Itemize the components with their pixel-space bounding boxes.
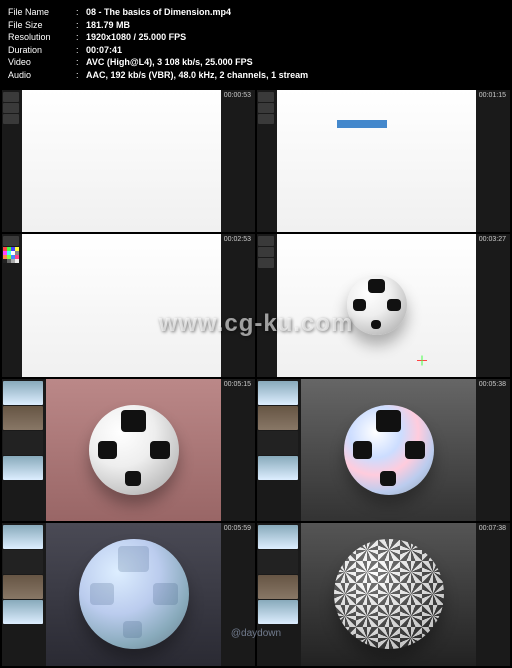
viewport-sphere-blue — [46, 523, 221, 666]
env-thumb[interactable] — [3, 406, 43, 430]
thumbnail-grid: 00:00:53 00:01:15 00:02:53 — [0, 88, 512, 668]
thumbnail-1[interactable]: 00:00:53 — [2, 90, 255, 233]
env-thumb[interactable] — [3, 550, 43, 574]
tool-icon[interactable] — [3, 236, 19, 246]
properties-panel — [476, 379, 510, 522]
soccer-ball-model — [89, 405, 179, 495]
audio-value: AAC, 192 kb/s (VBR), 48.0 kHz, 2 channel… — [86, 69, 504, 82]
thumbnail-4[interactable]: 00:03:27 — [257, 234, 510, 377]
env-thumb[interactable] — [3, 600, 43, 624]
environment-thumbs — [257, 523, 301, 666]
tool-icon[interactable] — [3, 92, 19, 102]
properties-panel — [221, 523, 255, 666]
viewport-empty — [22, 90, 221, 233]
timestamp: 00:07:38 — [479, 525, 506, 532]
env-thumb[interactable] — [258, 456, 298, 480]
thumbnail-3[interactable]: 00:02:53 — [2, 234, 255, 377]
environment-thumbs — [257, 379, 301, 522]
file-size-value: 181.79 MB — [86, 19, 504, 32]
file-info-header: File Name : 08 - The basics of Dimension… — [0, 0, 512, 88]
tool-strip — [257, 90, 277, 233]
viewport-soccer — [277, 234, 476, 377]
env-thumb[interactable] — [3, 525, 43, 549]
sphere-blue-glass — [79, 539, 189, 649]
tool-icon[interactable] — [258, 247, 274, 257]
env-thumb[interactable] — [3, 381, 43, 405]
properties-panel — [221, 379, 255, 522]
timestamp: 00:05:59 — [224, 525, 251, 532]
timestamp: 00:02:53 — [224, 236, 251, 243]
env-thumb[interactable] — [258, 431, 298, 455]
tool-icon[interactable] — [258, 92, 274, 102]
env-thumb[interactable] — [258, 525, 298, 549]
resolution-value: 1920x1080 / 25.000 FPS — [86, 31, 504, 44]
audio-label: Audio — [8, 69, 76, 82]
properties-panel — [476, 523, 510, 666]
video-value: AVC (High@L4), 3 108 kb/s, 25.000 FPS — [86, 56, 504, 69]
env-thumb[interactable] — [258, 550, 298, 574]
tool-icon[interactable] — [3, 114, 19, 124]
tool-strip — [2, 234, 22, 377]
env-thumb[interactable] — [258, 406, 298, 430]
file-size-label: File Size — [8, 19, 76, 32]
resolution-label: Resolution — [8, 31, 76, 44]
timestamp: 00:03:27 — [479, 236, 506, 243]
properties-panel — [221, 234, 255, 377]
thumbnail-2[interactable]: 00:01:15 — [257, 90, 510, 233]
tool-icon[interactable] — [258, 114, 274, 124]
viewport-empty — [277, 90, 476, 233]
video-label: Video — [8, 56, 76, 69]
env-thumb[interactable] — [3, 456, 43, 480]
thumbnail-7[interactable]: 00:05:59 — [2, 523, 255, 666]
environment-thumbs — [2, 379, 46, 522]
viewport-sphere-checker — [301, 523, 476, 666]
env-thumb[interactable] — [258, 600, 298, 624]
thumbnail-6[interactable]: 00:05:38 — [257, 379, 510, 522]
context-menu[interactable] — [337, 120, 387, 128]
env-thumb[interactable] — [3, 575, 43, 599]
tool-icon[interactable] — [258, 236, 274, 246]
environment-thumbs — [2, 523, 46, 666]
env-thumb[interactable] — [258, 381, 298, 405]
env-thumb[interactable] — [258, 575, 298, 599]
viewport-soccer-irid — [301, 379, 476, 522]
tool-icon[interactable] — [3, 103, 19, 113]
thumbnail-5[interactable]: 00:05:15 — [2, 379, 255, 522]
tool-icon[interactable] — [258, 258, 274, 268]
properties-panel — [476, 234, 510, 377]
timestamp: 00:05:15 — [224, 381, 251, 388]
soccer-ball-iridescent — [344, 405, 434, 495]
axis-gizmo-icon[interactable] — [408, 351, 426, 369]
properties-panel — [476, 90, 510, 233]
color-swatches[interactable] — [3, 247, 21, 263]
timestamp: 00:00:53 — [224, 92, 251, 99]
file-name-label: File Name — [8, 6, 76, 19]
tool-strip — [2, 90, 22, 233]
duration-label: Duration — [8, 44, 76, 57]
file-name-value: 08 - The basics of Dimension.mp4 — [86, 6, 504, 19]
timestamp: 00:05:38 — [479, 381, 506, 388]
duration-value: 00:07:41 — [86, 44, 504, 57]
soccer-ball-model — [347, 275, 407, 335]
sphere-checker — [334, 539, 444, 649]
viewport-empty — [22, 234, 221, 377]
tool-strip — [257, 234, 277, 377]
properties-panel — [221, 90, 255, 233]
env-thumb[interactable] — [3, 431, 43, 455]
timestamp: 00:01:15 — [479, 92, 506, 99]
tool-icon[interactable] — [258, 103, 274, 113]
viewport-soccer-rose — [46, 379, 221, 522]
thumbnail-8[interactable]: 00:07:38 — [257, 523, 510, 666]
